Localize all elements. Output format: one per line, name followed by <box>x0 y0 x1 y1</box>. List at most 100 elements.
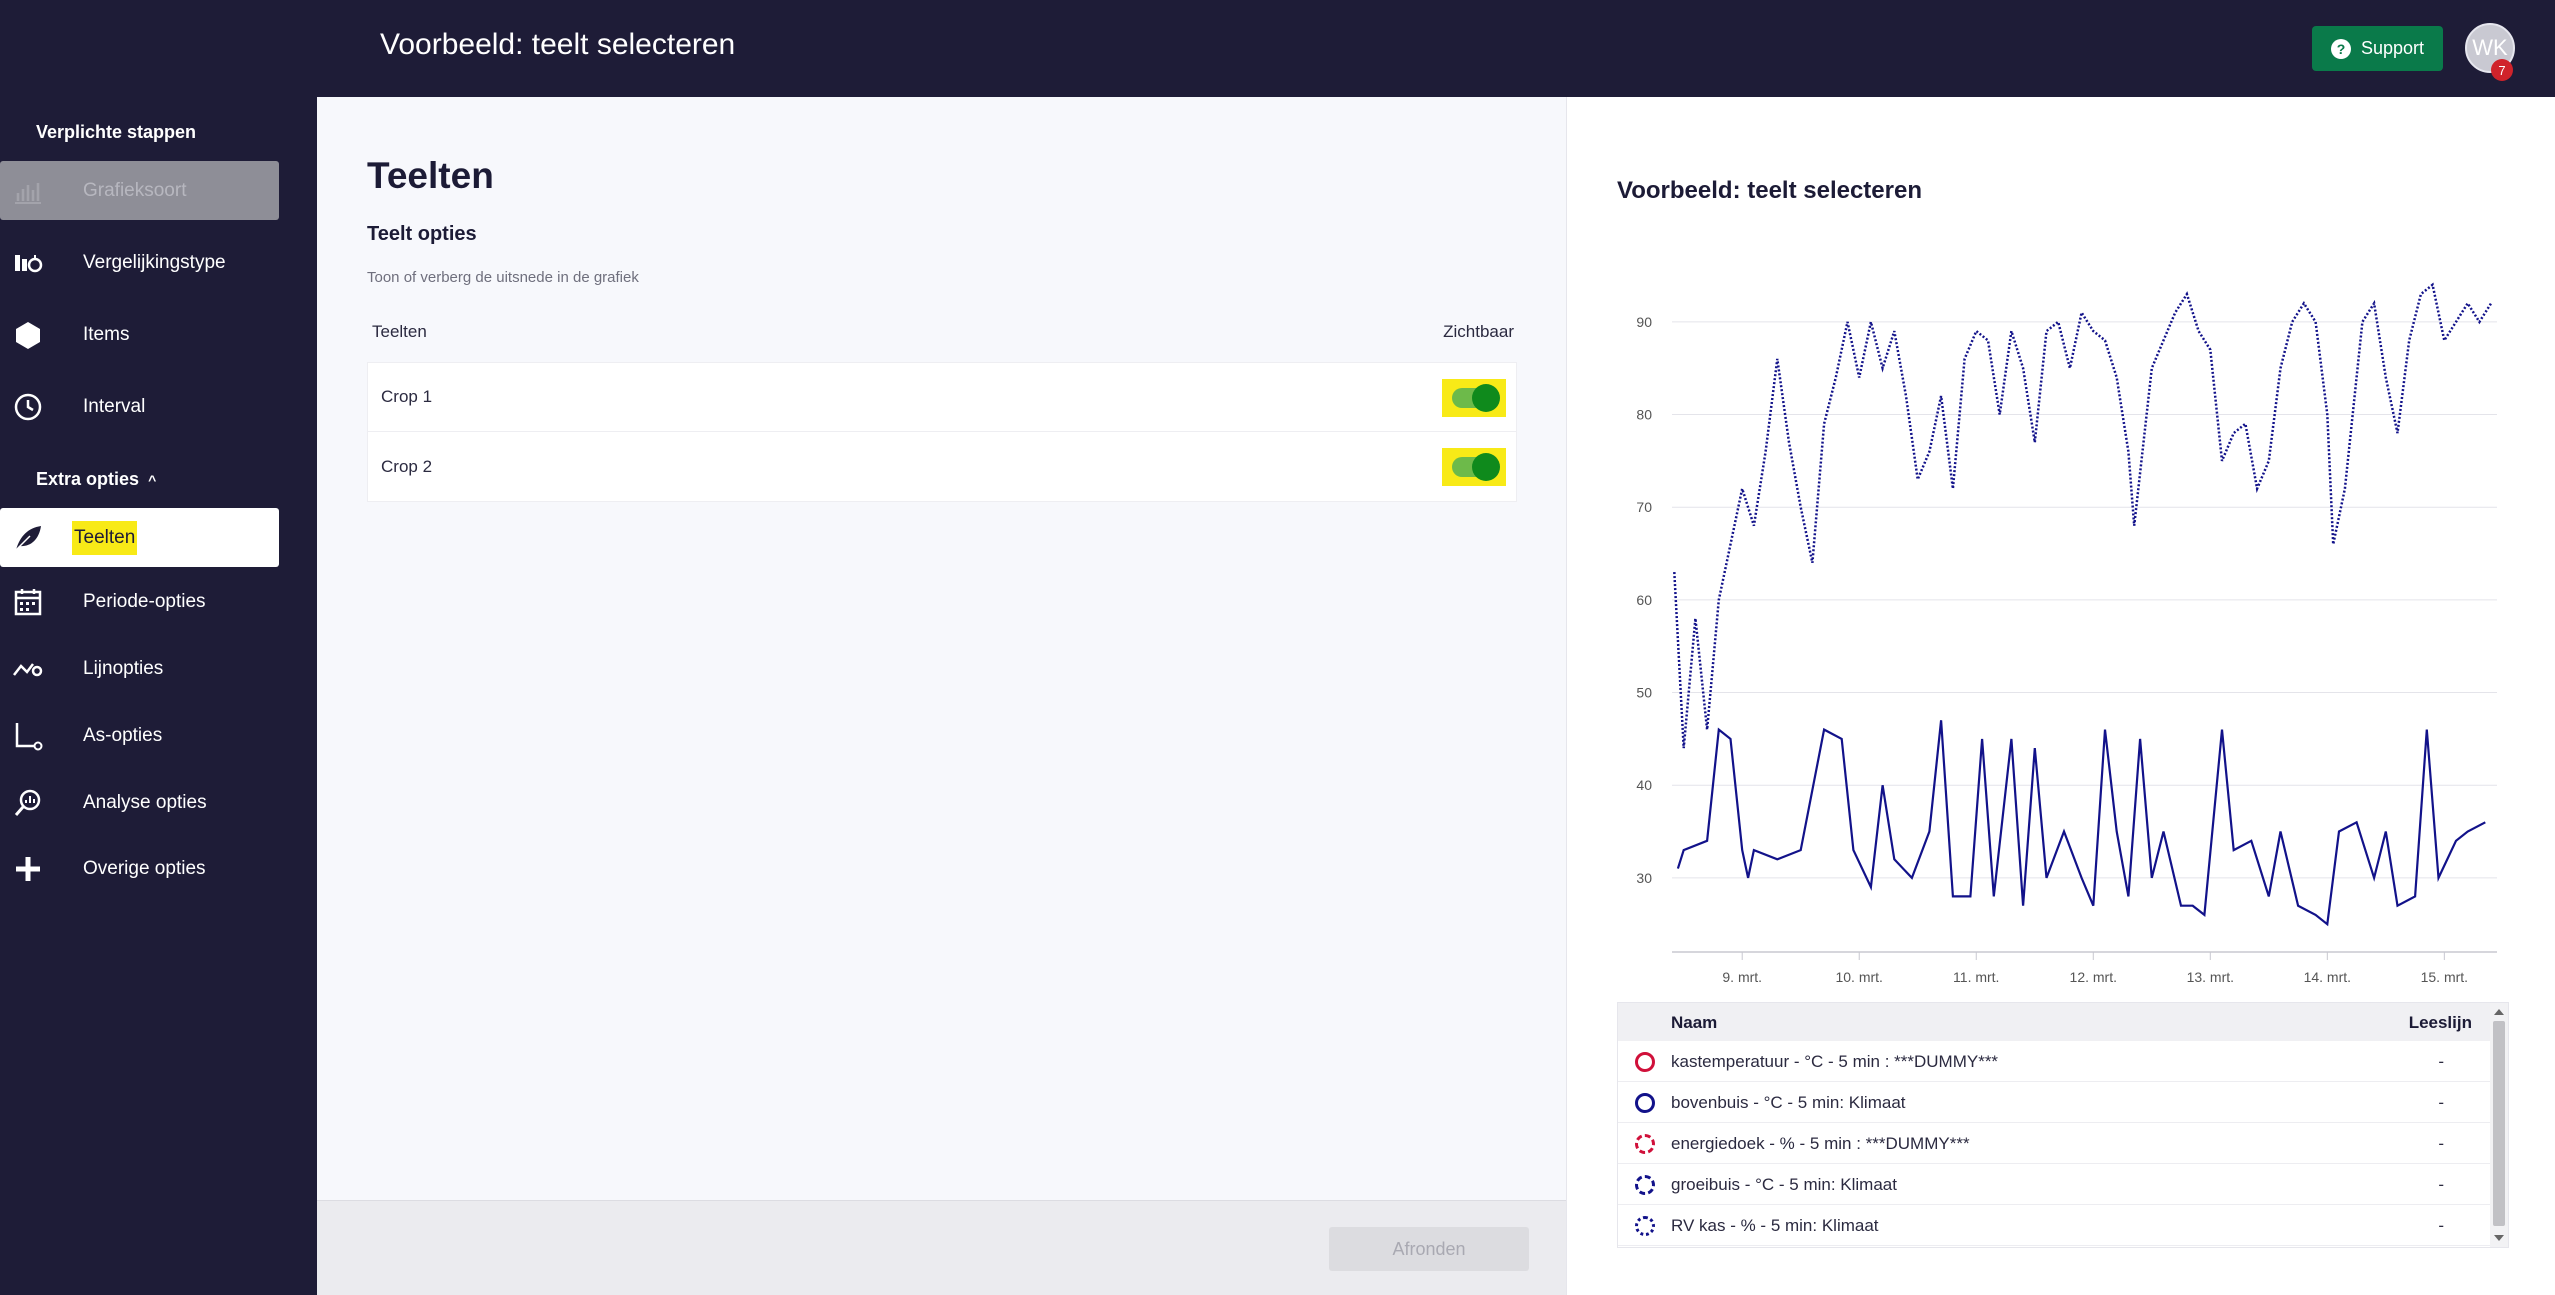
sidebar-item-label: Analyse opties <box>83 791 207 813</box>
axis-icon <box>15 723 43 751</box>
sidebar-item-overige-opties[interactable]: Overige opties <box>0 839 279 898</box>
section-description: Toon of verberg de uitsnede in de grafie… <box>367 269 639 286</box>
legend-row[interactable]: kastemperatuur - °C - 5 min : ***DUMMY**… <box>1618 1041 2490 1082</box>
x-tick-label: 12. mrt. <box>2070 969 2117 985</box>
clock-icon <box>14 393 42 421</box>
series-marker-icon <box>1635 1175 1655 1195</box>
section-subtitle: Teelt opties <box>367 223 477 245</box>
crop-1-visibility-toggle[interactable] <box>1442 379 1506 417</box>
crop-name: Crop 1 <box>381 387 433 406</box>
sidebar-item-label: Vergelijkingstype <box>83 251 226 273</box>
hexagon-icon <box>16 322 40 349</box>
series-marker-icon <box>1635 1052 1655 1072</box>
sidebar-item-teelten[interactable]: Teelten <box>0 508 279 567</box>
x-tick-label: 14. mrt. <box>2304 969 2351 985</box>
legend-col-reading: Leeslijn <box>2408 1013 2472 1032</box>
bar-chart-icon <box>15 183 41 204</box>
column-header-visible: Zichtbaar <box>1443 322 1514 341</box>
series-marker-icon <box>1635 1093 1655 1113</box>
footer-bar: Afronden <box>317 1200 1566 1295</box>
column-header-crops: Teelten <box>372 322 427 341</box>
sidebar-item-label: Grafieksoort <box>83 179 187 201</box>
compare-icon <box>15 255 43 273</box>
sidebar: Verplichte stappen Grafieksoort Vergelij… <box>0 97 317 1295</box>
sidebar-item-periode-opties[interactable]: Periode-opties <box>0 572 279 631</box>
legend-series-name: bovenbuis - °C - 5 min: Klimaat <box>1671 1093 1906 1112</box>
sidebar-item-lijnopties[interactable]: Lijnopties <box>0 639 279 698</box>
analysis-icon <box>14 789 41 816</box>
series-line-4 <box>1673 282 2493 749</box>
sidebar-item-grafieksoort[interactable]: Grafieksoort <box>0 161 279 220</box>
toggle-knob <box>1472 453 1500 481</box>
notification-badge: 7 <box>2491 59 2513 81</box>
legend-series-reading: - <box>2438 1052 2444 1071</box>
line-settings-icon <box>13 663 43 677</box>
sidebar-item-label: Interval <box>83 395 146 417</box>
sidebar-item-label: Teelten <box>72 520 138 555</box>
toggle-knob <box>1472 384 1500 412</box>
legend-table: Naam Leeslijn kastemperatuur - °C - 5 mi… <box>1617 1002 2509 1248</box>
chevron-up-icon: ^ <box>148 472 157 488</box>
legend-series-reading: - <box>2438 1093 2444 1112</box>
sidebar-item-label: Items <box>83 323 130 345</box>
sidebar-item-label: Overige opties <box>83 857 206 879</box>
x-tick-label: 9. mrt. <box>1722 969 1762 985</box>
y-tick-label: 70 <box>1636 499 1652 515</box>
x-tick-label: 10. mrt. <box>1835 969 1882 985</box>
legend-row[interactable]: groeibuis - °C - 5 min: Klimaat - <box>1618 1164 2490 1205</box>
chart-panel: Voorbeeld: teelt selecteren 30 40 50 60 70 80… <box>1566 97 2555 1295</box>
support-button[interactable]: ? Support <box>2312 26 2443 71</box>
legend-header: Naam Leeslijn <box>1618 1003 2490 1041</box>
legend-series-name: groeibuis - °C - 5 min: Klimaat <box>1671 1175 1897 1194</box>
sidebar-item-items[interactable]: Items <box>0 305 279 364</box>
legend-series-reading: - <box>2438 1175 2444 1194</box>
finish-button[interactable]: Afronden <box>1329 1227 1529 1271</box>
table-row: Crop 1 <box>368 363 1516 432</box>
crop-table: Crop 1 Crop 2 <box>367 362 1517 502</box>
line-chart[interactable]: 30 40 50 60 70 80 90 9. mrt. 10. mrt. 11. mrt. 12.… <box>1607 247 2507 997</box>
x-tick-label: 15. mrt. <box>2421 969 2468 985</box>
legend-series-reading: - <box>2438 1134 2444 1153</box>
toggle-track <box>1452 384 1500 412</box>
legend-series-name: RV kas - % - 5 min: Klimaat <box>1671 1216 1879 1235</box>
legend-series-name: kastemperatuur - °C - 5 min : ***DUMMY**… <box>1671 1052 1999 1071</box>
sidebar-item-label: Periode-opties <box>83 590 206 612</box>
section-extra-label: Extra opties <box>36 469 140 489</box>
legend-series-reading: - <box>2438 1216 2444 1235</box>
page-header-title: Voorbeeld: teelt selecteren <box>380 28 736 61</box>
support-label: Support <box>2360 38 2425 58</box>
sidebar-item-vergelijkingstype[interactable]: Vergelijkingstype <box>0 233 279 292</box>
leaf-icon <box>15 526 41 551</box>
sidebar-item-as-opties[interactable]: As-opties <box>0 706 279 765</box>
y-tick-label: 30 <box>1636 870 1652 886</box>
legend-series-name: energiedoek - % - 5 min : ***DUMMY*** <box>1671 1134 1970 1153</box>
calendar-icon <box>14 589 42 616</box>
y-tick-label: 90 <box>1636 314 1652 330</box>
scroll-up-icon[interactable] <box>2494 1009 2504 1015</box>
series-marker-icon <box>1635 1134 1655 1154</box>
scroll-down-icon[interactable] <box>2494 1235 2504 1241</box>
scroll-thumb[interactable] <box>2493 1021 2505 1226</box>
legend-row[interactable]: RV kas - % - 5 min: Klimaat - <box>1618 1205 2490 1246</box>
y-tick-label: 40 <box>1636 777 1652 793</box>
section-required: Verplichte stappen <box>36 122 197 142</box>
sidebar-item-label: As-opties <box>83 724 163 746</box>
sidebar-item-interval[interactable]: Interval <box>0 377 279 436</box>
top-bar: Voorbeeld: teelt selecteren ? Support WK… <box>0 0 2555 97</box>
legend-col-name: Naam <box>1671 1013 1718 1032</box>
legend-row[interactable]: bovenbuis - °C - 5 min: Klimaat - <box>1618 1082 2490 1123</box>
section-extra[interactable]: Extra opties ^ <box>36 469 156 490</box>
sidebar-item-analyse-opties[interactable]: Analyse opties <box>0 773 279 832</box>
series-marker-icon <box>1635 1216 1655 1236</box>
toggle-track <box>1452 453 1500 481</box>
help-icon: ? <box>2330 38 2351 59</box>
chart-title: Voorbeeld: teelt selecteren <box>1617 177 1922 204</box>
page-title: Teelten <box>367 155 494 196</box>
crop-2-visibility-toggle[interactable] <box>1442 448 1506 486</box>
legend-scrollbar[interactable] <box>2490 1003 2508 1247</box>
legend-row[interactable]: energiedoek - % - 5 min : ***DUMMY*** - <box>1618 1123 2490 1164</box>
plus-icon <box>16 857 40 881</box>
main-panel: Teelten Teelt opties Toon of verberg de … <box>317 97 1566 1295</box>
series-line-1 <box>1676 720 2486 927</box>
x-tick-label: 13. mrt. <box>2187 969 2234 985</box>
